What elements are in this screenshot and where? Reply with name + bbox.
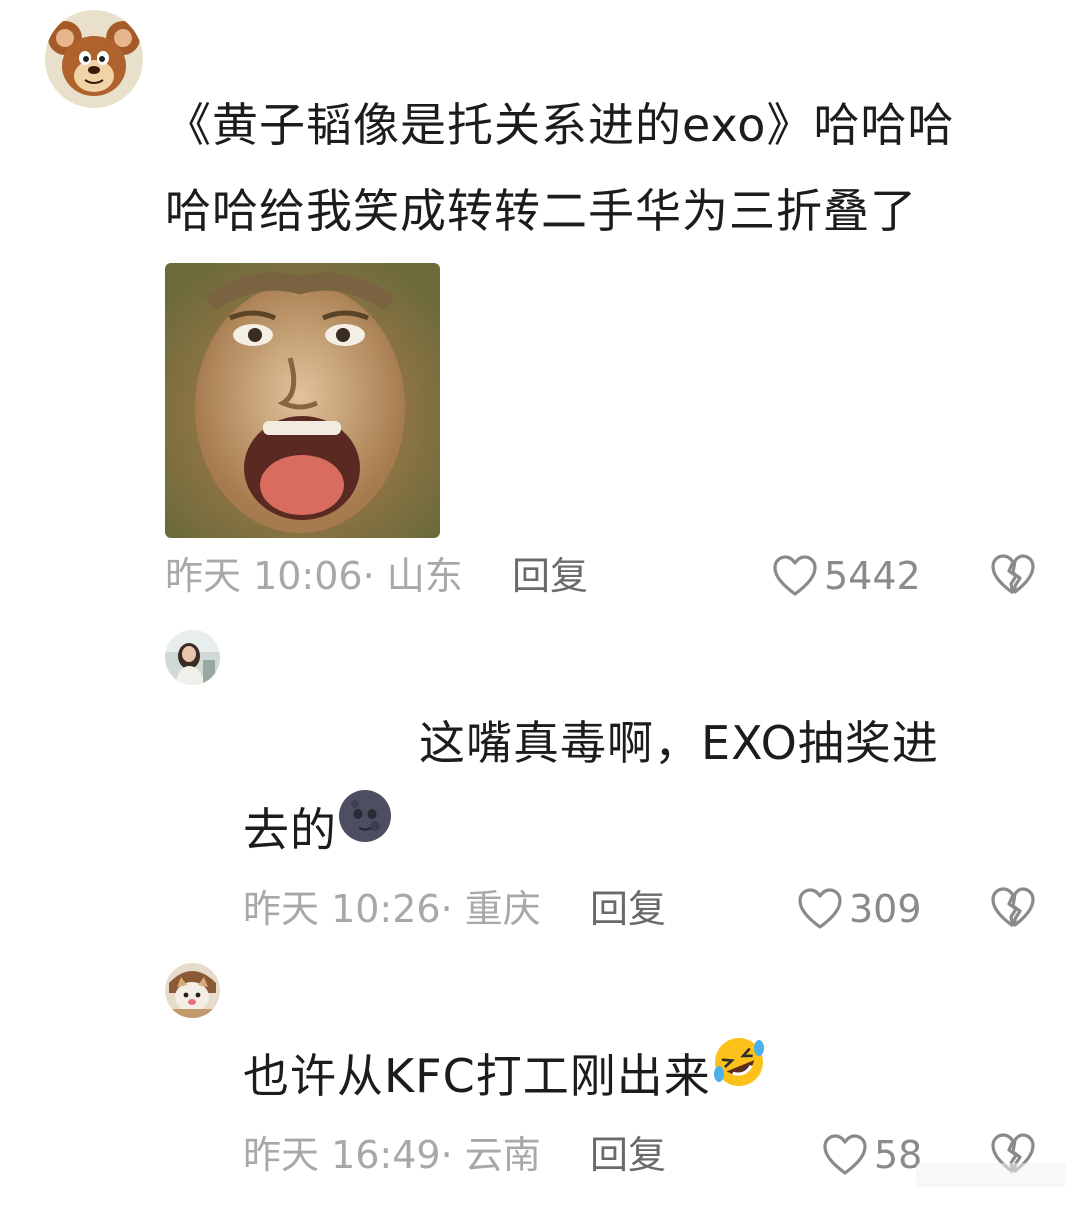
comment-text-line: 这嘴真毒啊，EXO抽奖进 bbox=[419, 716, 939, 770]
girl-photo-avatar-icon bbox=[165, 630, 220, 685]
new-moon-face-emoji-icon bbox=[337, 785, 393, 871]
avatar[interactable] bbox=[165, 630, 220, 685]
comment-time-location: 昨天 10:26· 重庆 bbox=[243, 887, 541, 931]
meme-image[interactable] bbox=[165, 263, 440, 538]
comment-time-location: 昨天 10:06· 山东 bbox=[165, 554, 463, 598]
like-button[interactable]: 5442 bbox=[772, 551, 921, 601]
heart-outline-icon bbox=[773, 555, 817, 596]
reply-button[interactable]: 回复 bbox=[512, 551, 588, 601]
comment-text-line: 去的 bbox=[243, 787, 393, 877]
cat-photo-avatar-icon bbox=[165, 963, 220, 1018]
avatar[interactable] bbox=[165, 963, 220, 1018]
cartoon-mouse-avatar-icon bbox=[45, 10, 143, 108]
heart-outline-icon bbox=[823, 1134, 867, 1175]
broken-heart-icon bbox=[991, 887, 1035, 928]
dislike-button[interactable] bbox=[990, 886, 1036, 942]
watermark bbox=[916, 1155, 1066, 1195]
avatar[interactable] bbox=[45, 10, 143, 108]
comment-time-location: 昨天 16:49· 云南 bbox=[243, 1133, 541, 1177]
reply-button[interactable]: 回复 bbox=[590, 1130, 666, 1180]
reply-button[interactable]: 回复 bbox=[590, 884, 666, 934]
comment-text-line: 哈哈给我笑成转转二手华为三折叠了 bbox=[165, 184, 917, 238]
comment-text-fragment: 也许从KFC打工刚出来 bbox=[243, 1049, 711, 1103]
like-count: 309 bbox=[849, 887, 922, 931]
rolling-laughing-emoji-icon bbox=[711, 1031, 767, 1117]
like-button[interactable]: 309 bbox=[797, 884, 922, 934]
heart-outline-icon bbox=[798, 888, 842, 929]
comment-meta: 昨天 10:26· 重庆 回复 309 bbox=[0, 884, 1080, 934]
broken-heart-icon bbox=[991, 554, 1035, 595]
like-button[interactable]: 58 bbox=[822, 1130, 922, 1180]
comment-text-fragment: 去的 bbox=[243, 803, 337, 857]
comment-meta: 昨天 10:06· 山东 回复 5442 bbox=[0, 551, 1080, 601]
monkey-face-meme-image-icon bbox=[165, 263, 440, 538]
comment-text-line: 《黄子韬像是托关系进的exo》哈哈哈 bbox=[165, 98, 955, 152]
dislike-button[interactable] bbox=[990, 553, 1036, 609]
like-count: 5442 bbox=[824, 554, 921, 598]
comment-text-line: 也许从KFC打工刚出来 bbox=[243, 1033, 767, 1123]
